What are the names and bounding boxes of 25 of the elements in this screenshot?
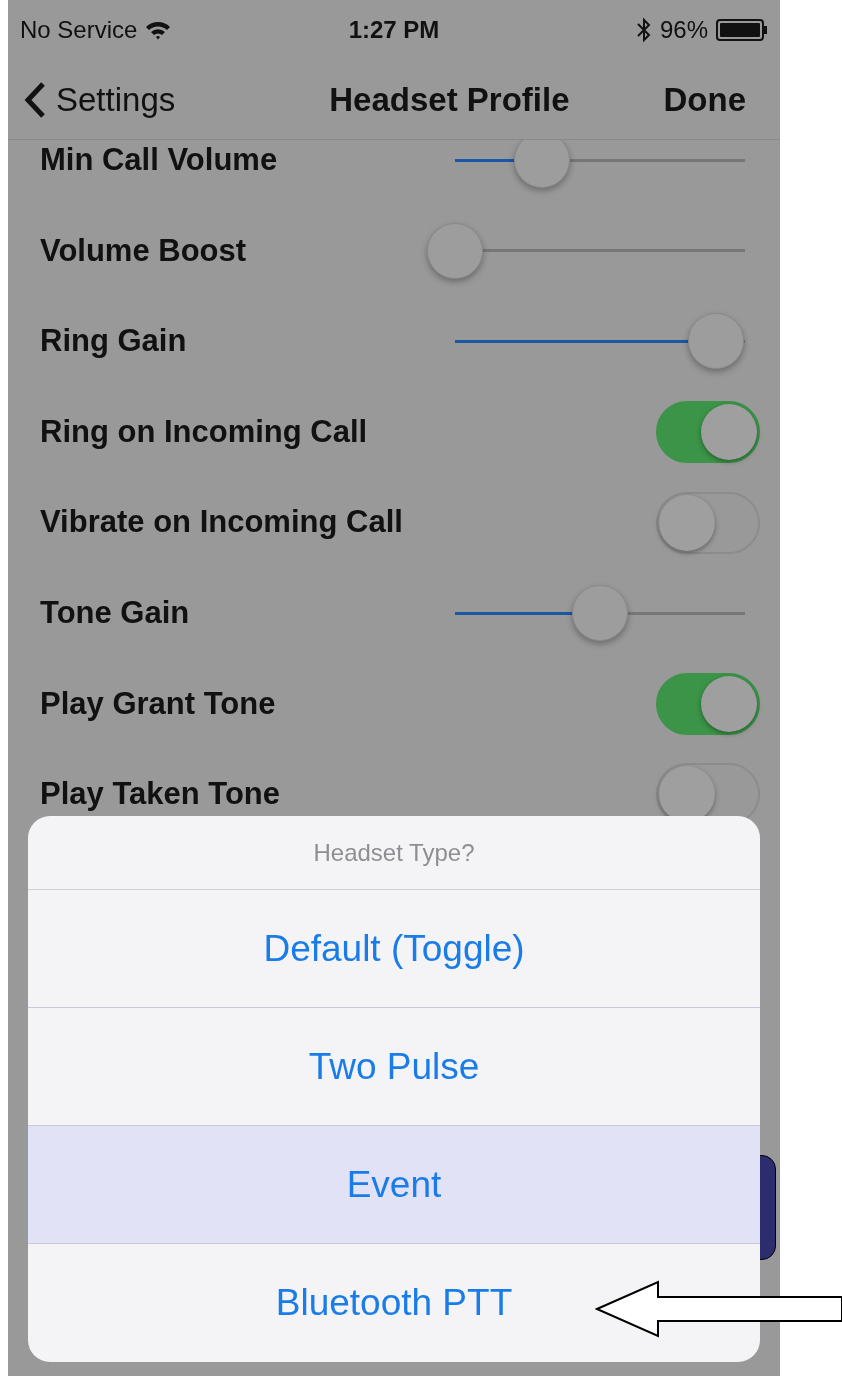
toggle-switch[interactable] <box>656 491 760 554</box>
setting-label: Volume Boost <box>40 231 247 270</box>
setting-label: Min Call Volume <box>40 141 278 180</box>
setting-label: Tone Gain <box>40 594 190 632</box>
back-button[interactable]: Settings <box>24 74 176 125</box>
carrier-text: No Service <box>20 15 138 45</box>
toggle-switch[interactable] <box>656 672 760 735</box>
battery-icon <box>716 19 768 41</box>
toggle-switch[interactable] <box>656 401 760 464</box>
setting-label: Play Taken Tone <box>40 775 281 814</box>
nav-title: Headset Profile <box>329 79 570 120</box>
sheet-option[interactable]: Default (Toggle) <box>28 890 760 1008</box>
setting-label: Ring on Incoming Call <box>40 412 368 451</box>
bluetooth-icon <box>635 17 652 43</box>
setting-label: Play Grant Tone <box>40 684 276 723</box>
wifi-icon <box>145 20 172 40</box>
sheet-title: Headset Type? <box>313 837 475 868</box>
battery-percent-text: 96% <box>659 15 708 45</box>
done-button[interactable]: Done <box>663 74 764 125</box>
sheet-option[interactable]: Event <box>28 1126 760 1244</box>
chevron-left-icon <box>24 80 46 119</box>
setting-label: Ring Gain <box>40 322 187 361</box>
setting-label: Vibrate on Incoming Call <box>40 503 403 542</box>
sheet-option[interactable]: Bluetooth PTT <box>28 1244 760 1362</box>
time-text: 1:27 PM <box>348 15 440 45</box>
